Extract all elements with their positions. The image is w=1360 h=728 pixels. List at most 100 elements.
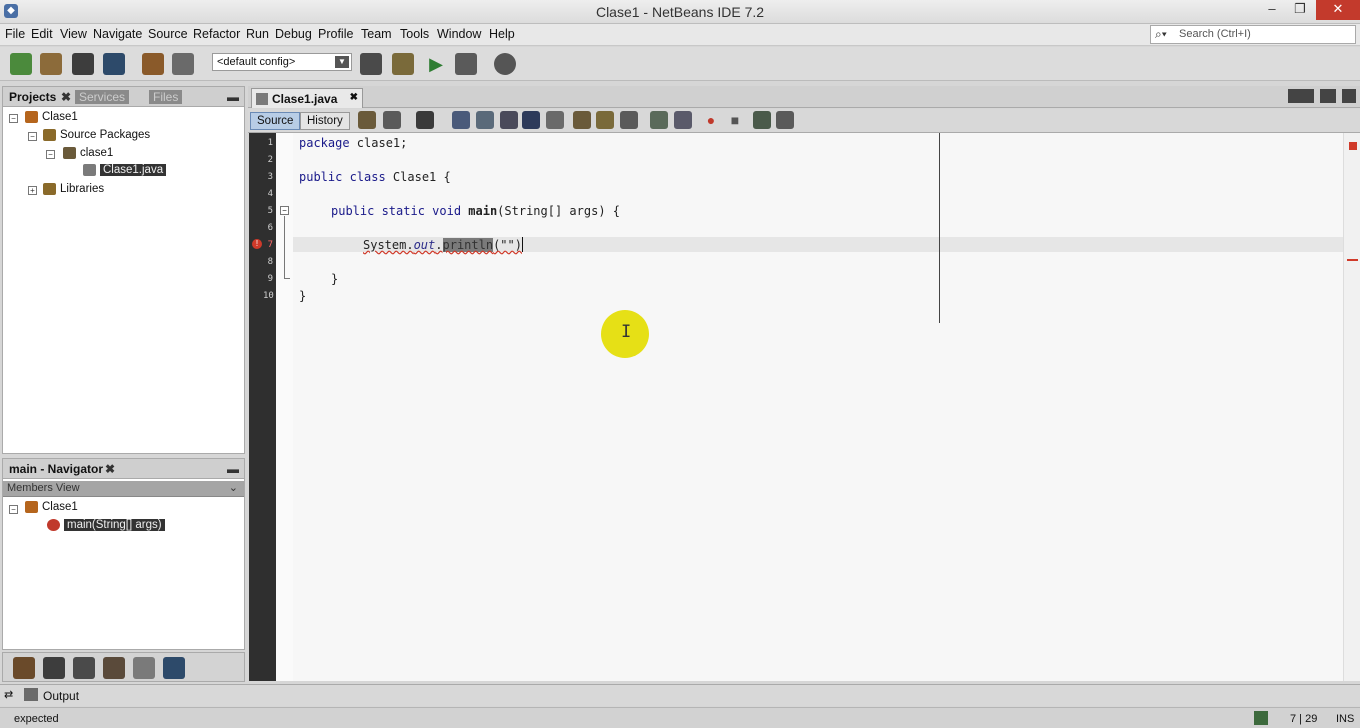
nav-method[interactable]: main(String[] args) xyxy=(47,519,165,532)
prev-bookmark-icon[interactable] xyxy=(573,111,591,129)
tab-projects[interactable]: Projects xyxy=(9,90,56,104)
back-icon[interactable] xyxy=(383,111,401,129)
menu-view[interactable]: View xyxy=(60,27,87,41)
build-hammer-icon[interactable] xyxy=(360,53,382,75)
tree-source-packages[interactable]: Source Packages xyxy=(43,129,150,141)
output-icon xyxy=(24,688,38,701)
members-view-select[interactable]: Members View ⌄ xyxy=(3,481,244,497)
redo-icon[interactable] xyxy=(172,53,194,75)
run-icon[interactable]: ▶ xyxy=(425,53,447,75)
toggle-bookmark-icon[interactable] xyxy=(620,111,638,129)
close-icon[interactable]: ✖ xyxy=(350,92,358,103)
last-edit-icon[interactable] xyxy=(358,111,376,129)
collapse-icon[interactable]: − xyxy=(46,150,55,159)
shift-right-icon[interactable] xyxy=(674,111,692,129)
menu-tools[interactable]: Tools xyxy=(400,27,429,41)
static-icon[interactable] xyxy=(73,657,95,679)
config-select[interactable]: <default config> ▼ xyxy=(212,53,352,71)
error-icon[interactable]: ! xyxy=(252,239,262,249)
error-mark[interactable] xyxy=(1347,259,1358,261)
menu-window[interactable]: Window xyxy=(437,27,481,41)
menu-edit[interactable]: Edit xyxy=(31,27,53,41)
code-editor[interactable]: package clase1; public class Clase1 { pu… xyxy=(293,133,1343,681)
code-text: ("") xyxy=(493,238,522,252)
shift-left-icon[interactable] xyxy=(650,111,668,129)
menu-source[interactable]: Source xyxy=(148,27,188,41)
config-value: <default config> xyxy=(217,56,296,68)
tab-list-icon[interactable] xyxy=(1288,89,1314,103)
menu-profile[interactable]: Profile xyxy=(318,27,353,41)
notifications-icon[interactable] xyxy=(1254,711,1268,725)
tree-project[interactable]: Clase1 xyxy=(25,111,78,123)
close-icon[interactable]: ✖ xyxy=(61,90,71,104)
code-line-9: } xyxy=(331,272,339,286)
insert-mode: INS xyxy=(1336,713,1355,725)
code-text: . xyxy=(435,238,443,252)
menu-file[interactable]: File xyxy=(5,27,25,41)
comment-icon[interactable] xyxy=(753,111,771,129)
tab-navigator[interactable]: main - Navigator xyxy=(9,462,103,476)
nav-class[interactable]: Clase1 xyxy=(25,501,78,513)
restore-icon[interactable]: ⇄ xyxy=(4,688,13,701)
open-project-icon[interactable] xyxy=(72,53,94,75)
find-selection-icon[interactable] xyxy=(500,111,518,129)
output-tab[interactable]: Output xyxy=(43,689,79,703)
start-macro-icon[interactable]: ● xyxy=(702,111,720,129)
maximize-button[interactable]: ❐ xyxy=(1286,0,1314,20)
collapse-icon[interactable]: − xyxy=(28,132,37,141)
tree-libraries[interactable]: Libraries xyxy=(43,183,104,195)
inherited-icon[interactable] xyxy=(103,657,125,679)
clean-build-icon[interactable] xyxy=(392,53,414,75)
line-number: 5 xyxy=(267,206,273,216)
expand-icon[interactable]: + xyxy=(28,186,37,195)
forward-icon[interactable] xyxy=(416,111,434,129)
minimize-panel-icon[interactable]: ▬ xyxy=(227,90,239,104)
close-icon[interactable]: ✖ xyxy=(105,462,115,476)
maximize-icon[interactable] xyxy=(1342,89,1356,103)
minimize-icon[interactable] xyxy=(1320,89,1336,103)
menu-refactor[interactable]: Refactor xyxy=(193,27,240,41)
menu-navigate[interactable]: Navigate xyxy=(93,27,142,41)
find-previous-icon[interactable] xyxy=(452,111,470,129)
menu-team[interactable]: Team xyxy=(361,27,392,41)
search-box[interactable]: ⌕▾ Search (Ctrl+I) xyxy=(1150,25,1356,44)
fields-icon[interactable] xyxy=(43,657,65,679)
minimize-panel-icon[interactable]: ▬ xyxy=(227,462,239,476)
tree-package-label: clase1 xyxy=(80,147,114,160)
profile-icon[interactable] xyxy=(494,53,516,75)
tab-files[interactable]: Files xyxy=(149,90,183,104)
next-bookmark-icon[interactable] xyxy=(596,111,614,129)
sort-source-icon[interactable] xyxy=(163,657,185,679)
new-project-icon[interactable] xyxy=(40,53,62,75)
tab-source[interactable]: Source xyxy=(250,112,301,130)
new-file-icon[interactable] xyxy=(10,53,32,75)
uncomment-icon[interactable] xyxy=(776,111,794,129)
filter-icon[interactable] xyxy=(13,657,35,679)
sort-name-icon[interactable] xyxy=(133,657,155,679)
debug-icon[interactable] xyxy=(455,53,477,75)
minimize-button[interactable]: – xyxy=(1258,0,1286,20)
undo-icon[interactable] xyxy=(142,53,164,75)
save-all-icon[interactable] xyxy=(103,53,125,75)
toggle-highlight-icon[interactable] xyxy=(522,111,540,129)
error-summary-icon[interactable] xyxy=(1349,142,1357,150)
stop-macro-icon[interactable]: ■ xyxy=(726,111,744,129)
tree-file[interactable]: Clase1.java xyxy=(83,164,167,177)
menu-help[interactable]: Help xyxy=(489,27,515,41)
tab-file[interactable]: Clase1.java ✖ xyxy=(251,88,363,108)
text-caret xyxy=(522,237,523,252)
menu-debug[interactable]: Debug xyxy=(275,27,312,41)
tree-package[interactable]: clase1 xyxy=(63,147,113,159)
close-button[interactable]: ✕ xyxy=(1316,0,1360,20)
find-next-icon[interactable] xyxy=(476,111,494,129)
tab-services[interactable]: Services xyxy=(75,90,130,104)
menu-run[interactable]: Run xyxy=(246,27,269,41)
code-line-7: System.out.println("") xyxy=(363,238,522,252)
toggle-rect-selection-icon[interactable] xyxy=(546,111,564,129)
navigator-panel: main - Navigator ✖ ▬ Members View ⌄ − Cl… xyxy=(2,458,245,650)
collapse-icon[interactable]: − xyxy=(9,505,18,514)
fold-collapse-icon[interactable]: − xyxy=(280,206,289,215)
tab-history[interactable]: History xyxy=(300,112,350,130)
collapse-icon[interactable]: − xyxy=(9,114,18,123)
line-number: 9 xyxy=(267,274,273,284)
